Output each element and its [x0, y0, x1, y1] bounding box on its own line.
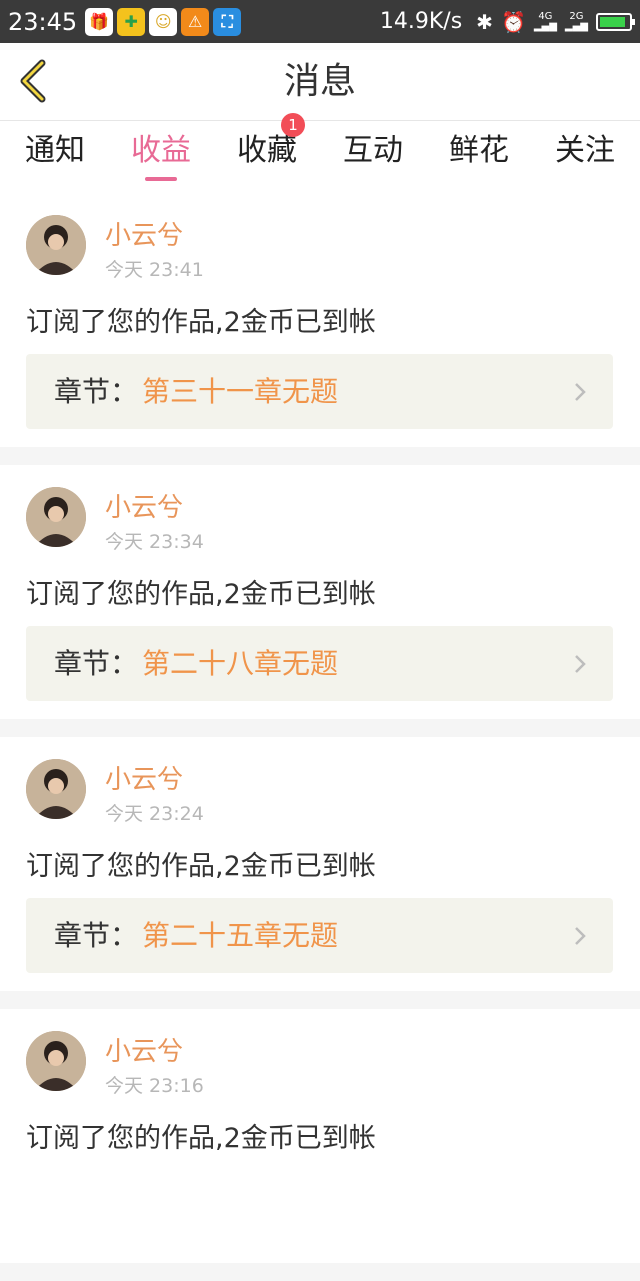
chapter-name: 第三十一章无题 — [142, 375, 339, 408]
message-time: 今天 23:34 — [105, 531, 204, 553]
signal-1-icon: 4G ▂▄▆ — [533, 10, 557, 32]
status-bar: 23:45 🎁 ✚ ☺ ⚠ ⛶ 14.9K/s ✱ ⏰ 4G ▂▄▆ 2G ▂▄▆ — [0, 0, 640, 43]
chapter-label: 章节： — [54, 647, 139, 680]
unread-badge: 1 — [281, 113, 305, 137]
chevron-right-icon — [575, 383, 586, 401]
back-button[interactable] — [14, 57, 54, 105]
tab-flowers[interactable]: 鲜花 — [426, 121, 532, 193]
message-card: 小云兮 今天 23:41 订阅了您的作品,2金币已到帐 章节： 第三十一章无题 — [0, 193, 640, 447]
avatar[interactable] — [26, 1031, 86, 1091]
alarm-icon: ⏰ — [500, 9, 526, 34]
message-card: 小云兮 今天 23:24 订阅了您的作品,2金币已到帐 章节： 第二十五章无题 — [0, 737, 640, 991]
user-name[interactable]: 小云兮 — [105, 1031, 183, 1068]
avatar[interactable] — [26, 215, 86, 275]
app-header: 消息 — [0, 43, 640, 121]
status-time: 23:45 — [8, 7, 78, 36]
message-time: 今天 23:41 — [105, 259, 204, 281]
chapter-name: 第二十五章无题 — [142, 919, 339, 952]
chapter-link[interactable]: 章节： 第二十五章无题 — [26, 898, 613, 973]
tab-label: 收益 — [131, 133, 191, 168]
message-text: 订阅了您的作品,2金币已到帐 — [26, 307, 376, 338]
warning-icon: ⚠ — [181, 7, 210, 36]
tab-favorites[interactable]: 收藏 1 — [214, 113, 320, 193]
bluetooth-icon: ✱ — [476, 9, 493, 34]
chapter-label: 章节： — [54, 375, 139, 408]
signal-2-icon: 2G ▂▄▆ — [564, 10, 588, 32]
chapter-link[interactable]: 章节： 第三十一章无题 — [26, 354, 613, 429]
chapter-link[interactable]: 章节： 第二十八章无题 — [26, 626, 613, 701]
tab-bar: 通知 收益 收藏 1 互动 鲜花 关注 — [0, 113, 640, 193]
tab-label: 收藏 — [237, 133, 297, 168]
tab-label: 互动 — [343, 133, 403, 168]
chevron-right-icon — [575, 927, 586, 945]
message-time: 今天 23:16 — [105, 1075, 204, 1097]
message-list: 小云兮 今天 23:41 订阅了您的作品,2金币已到帐 章节： 第三十一章无题 … — [0, 193, 640, 1281]
tab-label: 关注 — [555, 133, 615, 168]
chapter-name: 第二十八章无题 — [142, 647, 339, 680]
tab-notifications[interactable]: 通知 — [2, 121, 108, 193]
user-name[interactable]: 小云兮 — [105, 215, 183, 252]
tab-label: 鲜花 — [449, 133, 509, 168]
screenshot-icon: ⛶ — [213, 7, 242, 36]
page-title: 消息 — [283, 61, 356, 102]
chapter-label: 章节： — [54, 919, 139, 952]
net-speed: 14.9K/s — [379, 9, 463, 34]
message-card: 小云兮 今天 23:34 订阅了您的作品,2金币已到帐 章节： 第二十八章无题 — [0, 465, 640, 719]
tab-following[interactable]: 关注 — [532, 121, 638, 193]
avatar[interactable] — [26, 759, 86, 819]
user-name[interactable]: 小云兮 — [105, 487, 183, 524]
tab-earnings[interactable]: 收益 — [108, 121, 214, 193]
message-card: 小云兮 今天 23:16 订阅了您的作品,2金币已到帐 — [0, 1009, 640, 1263]
gift-app-icon: 🎁 — [85, 7, 114, 36]
tab-interactions[interactable]: 互动 — [320, 121, 426, 193]
active-tab-indicator — [145, 177, 177, 181]
message-text: 订阅了您的作品,2金币已到帐 — [26, 579, 376, 610]
tab-label: 通知 — [25, 133, 85, 168]
message-text: 订阅了您的作品,2金币已到帐 — [26, 851, 376, 882]
battery-icon — [596, 12, 635, 31]
plus-app-icon: ✚ — [117, 7, 146, 36]
chat-app-icon: ☺ — [149, 7, 178, 36]
chevron-right-icon — [575, 655, 586, 673]
back-arrow-icon — [20, 59, 46, 103]
message-text: 订阅了您的作品,2金币已到帐 — [26, 1123, 376, 1154]
avatar[interactable] — [26, 487, 86, 547]
user-name[interactable]: 小云兮 — [105, 759, 183, 796]
message-time: 今天 23:24 — [105, 803, 204, 825]
